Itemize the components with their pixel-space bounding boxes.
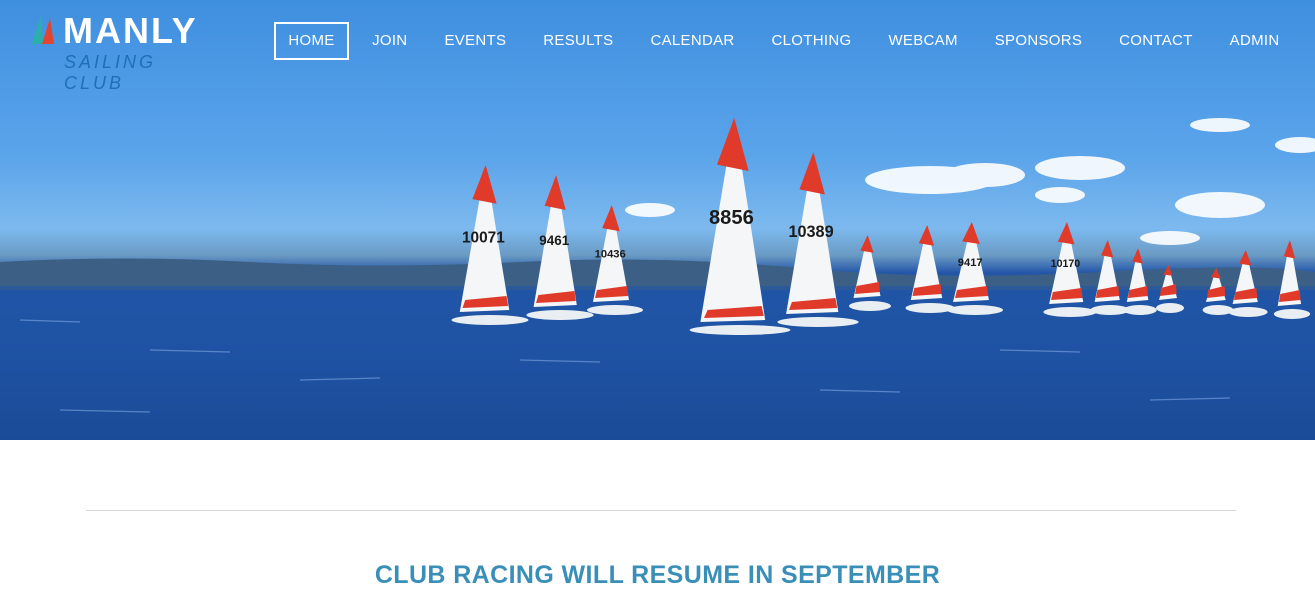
- nav-clothing[interactable]: CLOTHING: [753, 22, 870, 60]
- nav-webcam[interactable]: WEBCAM: [870, 22, 976, 60]
- nav-events[interactable]: EVENTS: [426, 22, 525, 60]
- sail-number: 10170: [1051, 258, 1081, 270]
- club-logo[interactable]: MANLY SAILING CLUB: [30, 10, 220, 93]
- nav-sponsors[interactable]: SPONSORS: [976, 22, 1100, 60]
- sail-number: 10071: [462, 230, 505, 247]
- main-nav: HOME JOIN EVENTS RESULTS CALENDAR CLOTHI…: [274, 22, 1298, 60]
- logo-title: MANLY: [63, 10, 198, 51]
- nav-contact[interactable]: CONTACT: [1101, 22, 1211, 60]
- page-headline: CLUB RACING WILL RESUME IN SEPTEMBER: [374, 560, 941, 589]
- nav-join[interactable]: JOIN: [354, 22, 426, 60]
- sail-number: 10436: [595, 249, 626, 261]
- logo-subtitle: SAILING CLUB: [64, 52, 157, 93]
- sail-number: 8856: [709, 207, 754, 229]
- sail-number: 9461: [539, 233, 569, 248]
- nav-calendar[interactable]: CALENDAR: [632, 22, 753, 60]
- nav-results[interactable]: RESULTS: [525, 22, 632, 60]
- nav-home[interactable]: HOME: [274, 22, 349, 60]
- section-divider: [86, 510, 1236, 511]
- sail-number: 9417: [958, 257, 983, 269]
- hills: [0, 258, 1315, 290]
- hero-banner: 10071 9461 10436 8856 10389 9417 10170 MANLY S…: [0, 0, 1315, 440]
- sail-logo-icon: [32, 16, 54, 44]
- nav-admin[interactable]: ADMIN: [1211, 22, 1298, 60]
- sail-number: 10389: [788, 223, 833, 241]
